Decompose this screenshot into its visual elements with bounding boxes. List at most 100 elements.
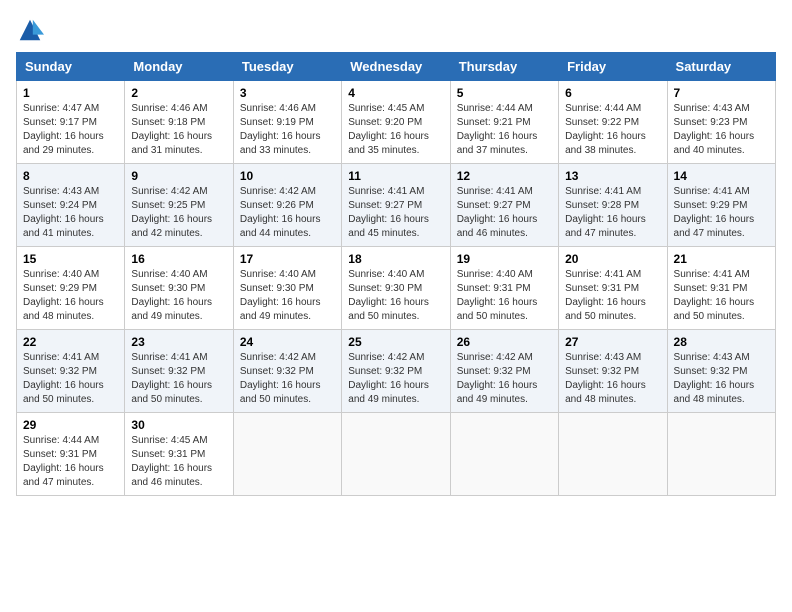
day-number: 26 (457, 335, 552, 349)
day-info: Sunrise: 4:41 AMSunset: 9:28 PMDaylight:… (565, 186, 646, 239)
calendar-day-header: Thursday (450, 53, 558, 81)
day-info: Sunrise: 4:44 AMSunset: 9:21 PMDaylight:… (457, 103, 538, 156)
calendar-header-row: SundayMondayTuesdayWednesdayThursdayFrid… (17, 53, 776, 81)
calendar-day-header: Wednesday (342, 53, 450, 81)
calendar-cell: 7 Sunrise: 4:43 AMSunset: 9:23 PMDayligh… (667, 81, 775, 164)
calendar-cell: 27 Sunrise: 4:43 AMSunset: 9:32 PMDaylig… (559, 330, 667, 413)
calendar-cell: 21 Sunrise: 4:41 AMSunset: 9:31 PMDaylig… (667, 247, 775, 330)
day-number: 11 (348, 169, 443, 183)
calendar-cell: 8 Sunrise: 4:43 AMSunset: 9:24 PMDayligh… (17, 164, 125, 247)
calendar-cell (233, 413, 341, 496)
day-info: Sunrise: 4:43 AMSunset: 9:32 PMDaylight:… (674, 352, 755, 405)
calendar-cell: 29 Sunrise: 4:44 AMSunset: 9:31 PMDaylig… (17, 413, 125, 496)
calendar-week-row: 8 Sunrise: 4:43 AMSunset: 9:24 PMDayligh… (17, 164, 776, 247)
calendar-cell: 5 Sunrise: 4:44 AMSunset: 9:21 PMDayligh… (450, 81, 558, 164)
calendar-cell: 16 Sunrise: 4:40 AMSunset: 9:30 PMDaylig… (125, 247, 233, 330)
day-number: 8 (23, 169, 118, 183)
calendar-cell: 2 Sunrise: 4:46 AMSunset: 9:18 PMDayligh… (125, 81, 233, 164)
calendar-week-row: 29 Sunrise: 4:44 AMSunset: 9:31 PMDaylig… (17, 413, 776, 496)
day-info: Sunrise: 4:41 AMSunset: 9:27 PMDaylight:… (348, 186, 429, 239)
day-number: 4 (348, 86, 443, 100)
day-info: Sunrise: 4:46 AMSunset: 9:19 PMDaylight:… (240, 103, 321, 156)
calendar-cell: 25 Sunrise: 4:42 AMSunset: 9:32 PMDaylig… (342, 330, 450, 413)
day-number: 9 (131, 169, 226, 183)
day-number: 24 (240, 335, 335, 349)
calendar-cell: 10 Sunrise: 4:42 AMSunset: 9:26 PMDaylig… (233, 164, 341, 247)
day-number: 5 (457, 86, 552, 100)
calendar-cell: 26 Sunrise: 4:42 AMSunset: 9:32 PMDaylig… (450, 330, 558, 413)
day-info: Sunrise: 4:40 AMSunset: 9:30 PMDaylight:… (240, 269, 321, 322)
day-info: Sunrise: 4:47 AMSunset: 9:17 PMDaylight:… (23, 103, 104, 156)
calendar-table: SundayMondayTuesdayWednesdayThursdayFrid… (16, 52, 776, 496)
day-info: Sunrise: 4:41 AMSunset: 9:32 PMDaylight:… (131, 352, 212, 405)
calendar-cell: 13 Sunrise: 4:41 AMSunset: 9:28 PMDaylig… (559, 164, 667, 247)
day-number: 6 (565, 86, 660, 100)
calendar-cell: 9 Sunrise: 4:42 AMSunset: 9:25 PMDayligh… (125, 164, 233, 247)
day-info: Sunrise: 4:41 AMSunset: 9:32 PMDaylight:… (23, 352, 104, 405)
day-info: Sunrise: 4:44 AMSunset: 9:22 PMDaylight:… (565, 103, 646, 156)
day-info: Sunrise: 4:43 AMSunset: 9:32 PMDaylight:… (565, 352, 646, 405)
day-number: 18 (348, 252, 443, 266)
calendar-cell: 6 Sunrise: 4:44 AMSunset: 9:22 PMDayligh… (559, 81, 667, 164)
logo (16, 16, 48, 44)
day-number: 14 (674, 169, 769, 183)
day-info: Sunrise: 4:43 AMSunset: 9:23 PMDaylight:… (674, 103, 755, 156)
calendar-cell (667, 413, 775, 496)
day-number: 12 (457, 169, 552, 183)
day-number: 2 (131, 86, 226, 100)
day-number: 28 (674, 335, 769, 349)
day-info: Sunrise: 4:42 AMSunset: 9:26 PMDaylight:… (240, 186, 321, 239)
calendar-cell: 18 Sunrise: 4:40 AMSunset: 9:30 PMDaylig… (342, 247, 450, 330)
calendar-cell (450, 413, 558, 496)
calendar-day-header: Friday (559, 53, 667, 81)
calendar-day-header: Sunday (17, 53, 125, 81)
calendar-cell: 1 Sunrise: 4:47 AMSunset: 9:17 PMDayligh… (17, 81, 125, 164)
page-header (16, 16, 776, 44)
day-number: 30 (131, 418, 226, 432)
day-number: 21 (674, 252, 769, 266)
calendar-cell: 24 Sunrise: 4:42 AMSunset: 9:32 PMDaylig… (233, 330, 341, 413)
day-number: 19 (457, 252, 552, 266)
day-info: Sunrise: 4:42 AMSunset: 9:25 PMDaylight:… (131, 186, 212, 239)
day-info: Sunrise: 4:40 AMSunset: 9:31 PMDaylight:… (457, 269, 538, 322)
day-info: Sunrise: 4:44 AMSunset: 9:31 PMDaylight:… (23, 435, 104, 488)
logo-icon (16, 16, 44, 44)
day-info: Sunrise: 4:41 AMSunset: 9:31 PMDaylight:… (565, 269, 646, 322)
day-info: Sunrise: 4:42 AMSunset: 9:32 PMDaylight:… (240, 352, 321, 405)
calendar-cell: 12 Sunrise: 4:41 AMSunset: 9:27 PMDaylig… (450, 164, 558, 247)
calendar-cell: 28 Sunrise: 4:43 AMSunset: 9:32 PMDaylig… (667, 330, 775, 413)
day-number: 29 (23, 418, 118, 432)
calendar-day-header: Monday (125, 53, 233, 81)
day-info: Sunrise: 4:40 AMSunset: 9:30 PMDaylight:… (131, 269, 212, 322)
calendar-cell: 17 Sunrise: 4:40 AMSunset: 9:30 PMDaylig… (233, 247, 341, 330)
day-info: Sunrise: 4:41 AMSunset: 9:31 PMDaylight:… (674, 269, 755, 322)
calendar-cell (559, 413, 667, 496)
calendar-day-header: Tuesday (233, 53, 341, 81)
day-info: Sunrise: 4:46 AMSunset: 9:18 PMDaylight:… (131, 103, 212, 156)
calendar-week-row: 1 Sunrise: 4:47 AMSunset: 9:17 PMDayligh… (17, 81, 776, 164)
day-number: 23 (131, 335, 226, 349)
calendar-cell: 30 Sunrise: 4:45 AMSunset: 9:31 PMDaylig… (125, 413, 233, 496)
day-number: 27 (565, 335, 660, 349)
calendar-week-row: 15 Sunrise: 4:40 AMSunset: 9:29 PMDaylig… (17, 247, 776, 330)
day-info: Sunrise: 4:42 AMSunset: 9:32 PMDaylight:… (457, 352, 538, 405)
day-number: 20 (565, 252, 660, 266)
calendar-cell: 22 Sunrise: 4:41 AMSunset: 9:32 PMDaylig… (17, 330, 125, 413)
calendar-cell: 3 Sunrise: 4:46 AMSunset: 9:19 PMDayligh… (233, 81, 341, 164)
day-number: 25 (348, 335, 443, 349)
day-info: Sunrise: 4:45 AMSunset: 9:20 PMDaylight:… (348, 103, 429, 156)
calendar-week-row: 22 Sunrise: 4:41 AMSunset: 9:32 PMDaylig… (17, 330, 776, 413)
calendar-cell: 11 Sunrise: 4:41 AMSunset: 9:27 PMDaylig… (342, 164, 450, 247)
day-number: 17 (240, 252, 335, 266)
calendar-cell: 23 Sunrise: 4:41 AMSunset: 9:32 PMDaylig… (125, 330, 233, 413)
calendar-cell: 20 Sunrise: 4:41 AMSunset: 9:31 PMDaylig… (559, 247, 667, 330)
day-number: 1 (23, 86, 118, 100)
day-info: Sunrise: 4:42 AMSunset: 9:32 PMDaylight:… (348, 352, 429, 405)
day-info: Sunrise: 4:41 AMSunset: 9:29 PMDaylight:… (674, 186, 755, 239)
day-info: Sunrise: 4:40 AMSunset: 9:29 PMDaylight:… (23, 269, 104, 322)
day-info: Sunrise: 4:40 AMSunset: 9:30 PMDaylight:… (348, 269, 429, 322)
calendar-cell: 14 Sunrise: 4:41 AMSunset: 9:29 PMDaylig… (667, 164, 775, 247)
day-number: 22 (23, 335, 118, 349)
day-info: Sunrise: 4:45 AMSunset: 9:31 PMDaylight:… (131, 435, 212, 488)
calendar-cell: 15 Sunrise: 4:40 AMSunset: 9:29 PMDaylig… (17, 247, 125, 330)
